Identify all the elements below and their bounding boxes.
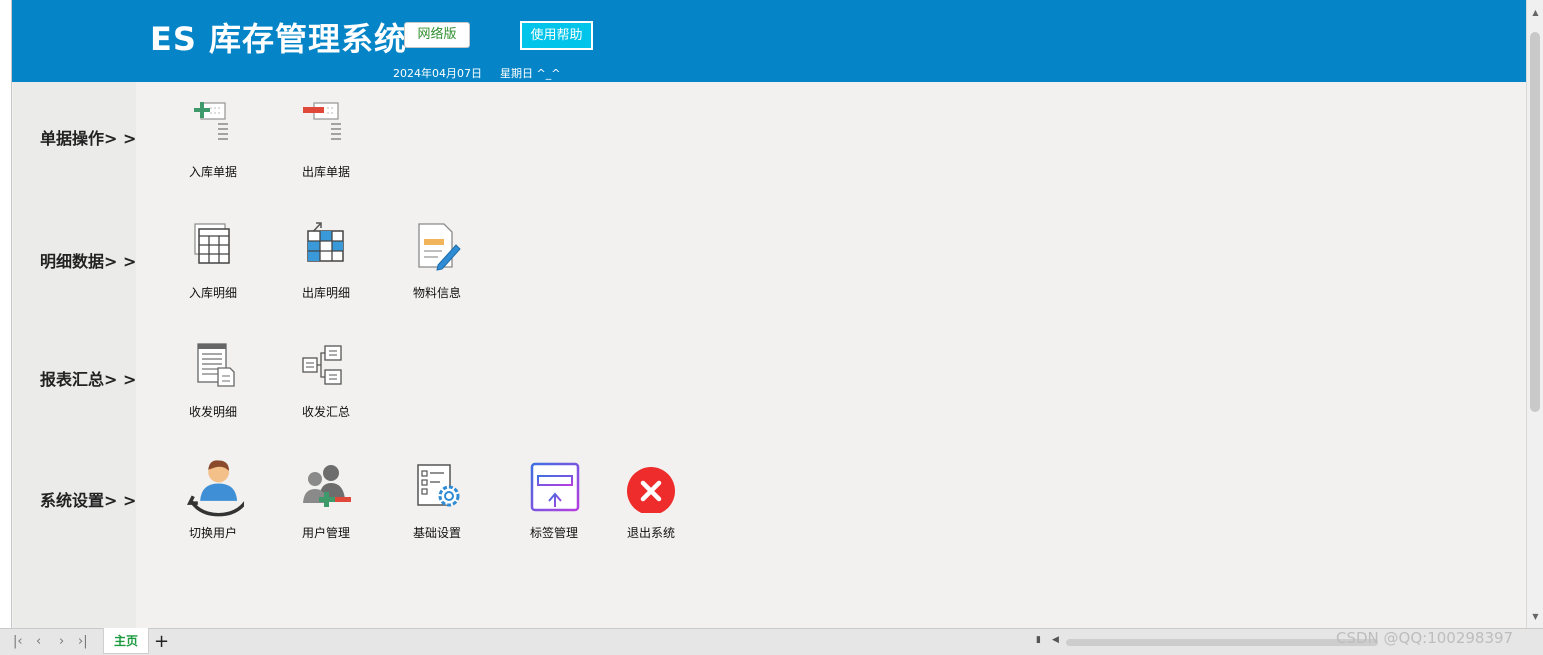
current-weekday: 星期日 ^_^ xyxy=(500,67,561,80)
horizontal-scrollbar[interactable] xyxy=(1066,639,1378,646)
tile-transaction-summary[interactable]: 收发汇总 xyxy=(281,340,371,430)
tile-inbound-detail[interactable]: 入库明细 xyxy=(168,221,258,311)
add-sheet-button[interactable]: + xyxy=(154,631,169,652)
tile-label: 出库单据 xyxy=(301,165,350,179)
tile-label: 收发汇总 xyxy=(301,405,350,419)
scroll-thumb[interactable] xyxy=(1530,32,1540,412)
tile-label: 用户管理 xyxy=(301,526,350,540)
tile-basic-settings[interactable]: 基础设置 xyxy=(392,461,482,551)
first-sheet-icon[interactable]: |‹ xyxy=(13,634,23,649)
tile-label: 入库明细 xyxy=(188,286,237,300)
scroll-up-icon[interactable]: ▲ xyxy=(1527,8,1543,17)
tile-label-management[interactable]: 标签管理 xyxy=(509,461,599,551)
section-label-details: 明细数据> > xyxy=(40,252,137,271)
tile-label: 基础设置 xyxy=(412,526,461,540)
sidebar xyxy=(13,82,136,628)
document-edit-icon xyxy=(418,223,461,271)
tile-label: 收发明细 xyxy=(188,405,237,419)
table-grid-icon xyxy=(194,223,230,264)
tile-label: 物料信息 xyxy=(412,286,461,300)
sheet-tab-home[interactable]: 主页 xyxy=(103,628,149,654)
tile-switch-user[interactable]: 切换用户 xyxy=(168,460,258,551)
settings-checklist-icon xyxy=(417,464,460,507)
tile-outbound-detail[interactable]: 出库明细 xyxy=(281,221,371,311)
prev-sheet-icon[interactable]: ‹ xyxy=(36,634,41,649)
tile-user-management[interactable]: 用户管理 xyxy=(281,461,371,551)
section-label-reports: 报表汇总> > xyxy=(40,370,137,389)
table-export-icon xyxy=(307,222,344,262)
next-sheet-icon[interactable]: › xyxy=(59,634,64,649)
current-date: 2024年04月07日 xyxy=(393,67,482,80)
inbound-doc-icon xyxy=(194,102,228,140)
vertical-scrollbar[interactable]: ▲ ▼ xyxy=(1526,0,1543,628)
help-button[interactable]: 使用帮助 xyxy=(520,21,593,50)
watermark: CSDN @QQ:100298397 xyxy=(1336,629,1514,647)
switch-user-icon xyxy=(186,460,244,517)
section-label-settings: 系统设置> > xyxy=(40,491,137,510)
app-window: ES 库存管理系统 网络版 使用帮助 2024年04月07日 星期日 ^_^ 单… xyxy=(0,0,1543,655)
users-icon xyxy=(303,465,351,507)
sheet-tab-bar: |‹ ‹ › ›| 主页 + ▮ ◀ CSDN @QQ:100298397 xyxy=(0,628,1543,655)
tile-exit-system[interactable]: 退出系统 xyxy=(606,461,696,551)
tile-material-info[interactable]: 物料信息 xyxy=(392,221,482,311)
last-sheet-icon[interactable]: ›| xyxy=(78,634,88,649)
section-label-docs: 单据操作> > xyxy=(40,129,137,148)
tile-label: 标签管理 xyxy=(529,526,578,540)
tile-inbound-doc[interactable]: 入库单据 xyxy=(168,100,258,190)
hierarchy-icon xyxy=(302,345,342,385)
close-icon xyxy=(627,467,675,513)
report-list-icon xyxy=(197,343,235,387)
edition-button[interactable]: 网络版 xyxy=(404,22,470,48)
row-header-strip xyxy=(0,0,12,628)
scroll-down-icon[interactable]: ▼ xyxy=(1527,612,1543,621)
tile-outbound-doc[interactable]: 出库单据 xyxy=(281,100,371,190)
tile-label: 退出系统 xyxy=(626,526,675,540)
tile-label: 出库明细 xyxy=(301,286,350,300)
app-title: ES 库存管理系统 xyxy=(150,20,408,58)
tile-label: 入库单据 xyxy=(188,165,237,179)
outbound-doc-icon xyxy=(303,102,341,140)
header-bar: ES 库存管理系统 网络版 使用帮助 2024年04月07日 星期日 ^_^ xyxy=(12,0,1526,82)
tile-label: 切换用户 xyxy=(188,526,237,540)
scroll-left-icon[interactable]: ◀ xyxy=(1052,635,1059,645)
tile-transaction-detail[interactable]: 收发明细 xyxy=(168,340,258,430)
label-template-icon xyxy=(530,462,580,512)
split-handle-icon[interactable]: ▮ xyxy=(1036,635,1041,645)
